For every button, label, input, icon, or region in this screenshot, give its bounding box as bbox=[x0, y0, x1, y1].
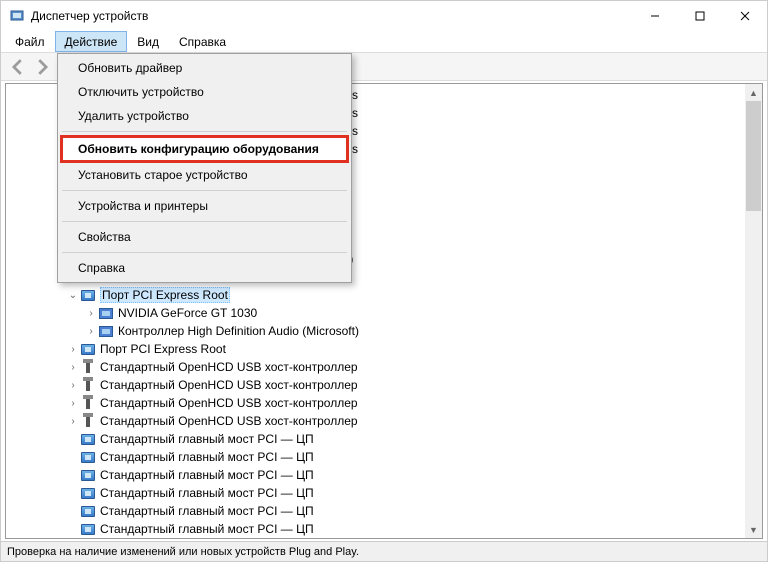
menu-action[interactable]: Отключить устройство bbox=[60, 80, 349, 104]
tree-caret-icon[interactable]: › bbox=[66, 398, 80, 409]
usb-icon bbox=[80, 359, 96, 375]
tree-item-label: Порт PCI Express Root bbox=[100, 342, 226, 356]
tree-item-label: Стандартный главный мост PCI — ЦП bbox=[100, 432, 314, 446]
device-icon bbox=[80, 521, 96, 537]
menu-separator bbox=[62, 221, 347, 222]
menu-action[interactable]: Устройства и принтеры bbox=[60, 194, 349, 218]
forward-button[interactable] bbox=[31, 56, 53, 78]
menu-action[interactable]: Удалить устройство bbox=[60, 104, 349, 128]
tree-caret-icon[interactable]: › bbox=[66, 344, 80, 355]
tree-row[interactable]: Стандартный главный мост PCI — ЦП bbox=[6, 448, 745, 466]
menu-separator bbox=[62, 190, 347, 191]
app-icon bbox=[9, 8, 25, 24]
tree-row[interactable]: ⌄ Порт PCI Express Root bbox=[6, 286, 745, 304]
tree-caret-icon[interactable]: › bbox=[66, 362, 80, 373]
device-icon bbox=[80, 449, 96, 465]
tree-row[interactable]: Стандартный главный мост PCI — ЦП bbox=[6, 502, 745, 520]
menu-action[interactable]: Свойства bbox=[60, 225, 349, 249]
tree-row[interactable]: Стандартный главный мост PCI — ЦП bbox=[6, 484, 745, 502]
menubar: ФайлДействиеВидСправка bbox=[1, 31, 767, 53]
tree-item-label: Контроллер High Definition Audio (Micros… bbox=[118, 324, 359, 338]
scroll-up-icon[interactable]: ▲ bbox=[745, 84, 762, 101]
tree-item-label: Стандартный главный мост PCI — ЦП bbox=[100, 504, 314, 518]
menu-action[interactable]: Установить старое устройство bbox=[60, 163, 349, 187]
tree-row[interactable]: › NVIDIA GeForce GT 1030 bbox=[6, 304, 745, 322]
scrollbar-thumb[interactable] bbox=[746, 101, 761, 211]
tree-row[interactable]: › Порт PCI Express Root bbox=[6, 340, 745, 358]
monitor-icon bbox=[98, 323, 114, 339]
tree-row[interactable]: › Контроллер High Definition Audio (Micro… bbox=[6, 322, 745, 340]
vertical-scrollbar[interactable]: ▲ ▼ bbox=[745, 84, 762, 538]
monitor-icon bbox=[98, 305, 114, 321]
menu-item[interactable]: Вид bbox=[127, 31, 169, 52]
tree-item-label: NVIDIA GeForce GT 1030 bbox=[118, 306, 257, 320]
tree-caret-icon[interactable]: › bbox=[66, 380, 80, 391]
tree-item-label: Стандартный OpenHCD USB хост-контроллер bbox=[100, 414, 358, 428]
device-icon bbox=[80, 503, 96, 519]
tree-row[interactable]: › Стандартный OpenHCD USB хост-контроллер bbox=[6, 376, 745, 394]
status-text: Проверка на наличие изменений или новых … bbox=[7, 546, 359, 558]
statusbar: Проверка на наличие изменений или новых … bbox=[1, 541, 767, 561]
device-icon bbox=[80, 431, 96, 447]
menu-item[interactable]: Действие bbox=[55, 31, 128, 52]
tree-item-label: Стандартный главный мост PCI — ЦП bbox=[100, 468, 314, 482]
minimize-button[interactable] bbox=[632, 1, 677, 31]
tree-item-label: Стандартный OpenHCD USB хост-контроллер bbox=[100, 360, 358, 374]
device-icon bbox=[80, 341, 96, 357]
tree-item-label: Стандартный главный мост PCI — ЦП bbox=[100, 522, 314, 536]
menu-separator bbox=[62, 252, 347, 253]
tree-row[interactable]: › Стандартный OpenHCD USB хост-контроллер bbox=[6, 358, 745, 376]
tree-item-label: Стандартный OpenHCD USB хост-контроллер bbox=[100, 396, 358, 410]
maximize-button[interactable] bbox=[677, 1, 722, 31]
usb-icon bbox=[80, 413, 96, 429]
menu-action[interactable]: Справка bbox=[60, 256, 349, 280]
device-icon bbox=[80, 485, 96, 501]
menu-item[interactable]: Справка bbox=[169, 31, 236, 52]
tree-row[interactable]: Стандартный главный мост PCI — ЦП bbox=[6, 430, 745, 448]
titlebar: Диспетчер устройств bbox=[1, 1, 767, 31]
window-controls bbox=[632, 1, 767, 31]
tree-item-label: Стандартный главный мост PCI — ЦП bbox=[100, 486, 314, 500]
tree-row[interactable]: › Стандартный OpenHCD USB хост-контроллер bbox=[6, 394, 745, 412]
device-icon bbox=[80, 287, 96, 303]
tree-row[interactable]: Стандартный главный мост PCI — ЦП bbox=[6, 520, 745, 538]
tree-caret-icon[interactable]: › bbox=[84, 308, 98, 319]
tree-caret-icon[interactable]: › bbox=[66, 416, 80, 427]
menu-action[interactable]: Обновить драйвер bbox=[60, 56, 349, 80]
usb-icon bbox=[80, 377, 96, 393]
tree-item-label: Стандартный главный мост PCI — ЦП bbox=[100, 450, 314, 464]
scroll-down-icon[interactable]: ▼ bbox=[745, 521, 762, 538]
menu-separator bbox=[62, 131, 347, 132]
tree-caret-icon[interactable]: › bbox=[84, 326, 98, 337]
action-menu-dropdown: Обновить драйверОтключить устройствоУдал… bbox=[57, 53, 352, 283]
usb-icon bbox=[80, 395, 96, 411]
menu-item[interactable]: Файл bbox=[5, 31, 55, 52]
back-button[interactable] bbox=[7, 56, 29, 78]
tree-row[interactable]: Стандартный главный мост PCI — ЦП bbox=[6, 466, 745, 484]
device-icon bbox=[80, 467, 96, 483]
menu-action[interactable]: Обновить конфигурацию оборудования bbox=[60, 135, 349, 163]
tree-item-label: Стандартный OpenHCD USB хост-контроллер bbox=[100, 378, 358, 392]
tree-item-label: Порт PCI Express Root bbox=[100, 287, 230, 303]
close-button[interactable] bbox=[722, 1, 767, 31]
tree-row[interactable]: › Стандартный OpenHCD USB хост-контроллер bbox=[6, 412, 745, 430]
tree-caret-icon[interactable]: ⌄ bbox=[66, 290, 80, 301]
